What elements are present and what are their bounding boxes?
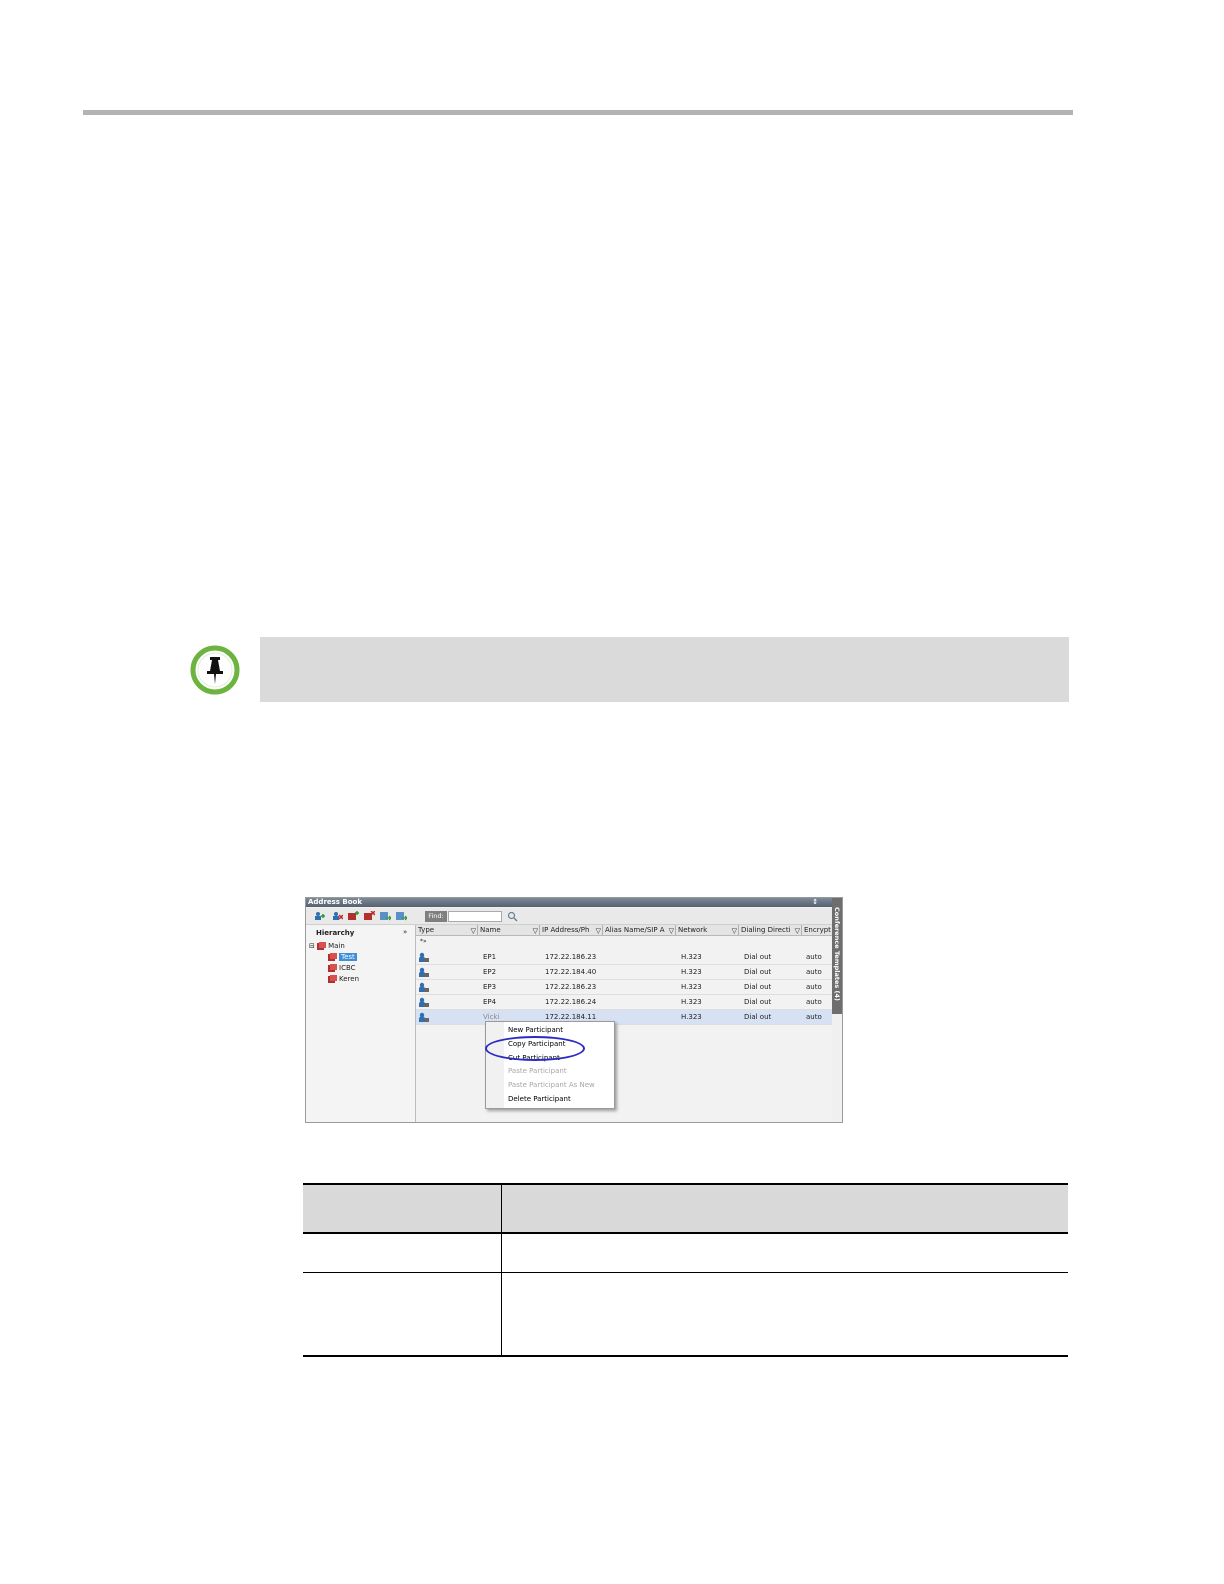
column-header-name[interactable]: Name ▽	[478, 925, 540, 935]
tree-node-label: Test	[339, 953, 357, 961]
group-folder-icon	[328, 964, 337, 972]
address-book-toolbar: Find:	[306, 908, 832, 925]
address-book-title: Address Book	[308, 898, 363, 906]
table-cell	[303, 1272, 502, 1357]
pushpin-note-icon	[190, 645, 240, 695]
new-participant-icon[interactable]	[314, 911, 325, 921]
filter-icon[interactable]: ▽	[795, 926, 800, 935]
column-header-alias[interactable]: Alias Name/SIP A ▽	[603, 925, 676, 935]
search-icon[interactable]	[507, 911, 518, 922]
find-input[interactable]	[448, 911, 502, 922]
participant-type-icon	[419, 1012, 429, 1022]
participant-type-icon	[419, 967, 429, 977]
column-header-dialing-direction[interactable]: Dialing Directi ▽	[739, 925, 802, 935]
table-cell	[501, 1233, 1068, 1273]
participant-type-icon	[419, 982, 429, 992]
tree-node-main[interactable]: ⊟ Main	[309, 942, 345, 951]
table-header-row	[303, 1183, 1068, 1234]
table-row[interactable]: EP4 172.22.186.24 H.323 Dial out auto	[416, 995, 832, 1010]
table-header-cell	[303, 1183, 502, 1234]
participant-type-icon	[419, 952, 429, 962]
context-menu: New Participant Copy Participant Cut Par…	[485, 1021, 615, 1109]
conference-templates-tab[interactable]: Conference Templates (4)	[832, 898, 842, 1014]
column-header-ip-address[interactable]: IP Address/Ph ▽	[540, 925, 603, 935]
filter-icon[interactable]: ▽	[596, 926, 601, 935]
menu-item-new-participant[interactable]: New Participant	[508, 1026, 563, 1034]
header-rule	[83, 110, 1073, 115]
column-header-encryption[interactable]: Encrypt	[802, 925, 832, 935]
menu-item-paste-participant-as-new: Paste Participant As New	[508, 1081, 595, 1089]
filter-icon[interactable]: ▽	[732, 926, 737, 935]
group-folder-icon	[317, 942, 327, 950]
table-row[interactable]: EP3 172.22.186.23 H.323 Dial out auto	[416, 980, 832, 995]
grid-header: Type ▽ Name ▽ IP Address/Ph ▽ Alias Name/SI…	[416, 925, 832, 936]
table-row[interactable]: EP2 172.22.184.40 H.323 Dial out auto	[416, 965, 832, 980]
group-folder-icon	[328, 975, 337, 983]
table-cell	[501, 1272, 1068, 1357]
find-label: Find:	[425, 911, 447, 922]
tree-node-keren[interactable]: Keren	[328, 975, 359, 984]
participant-type-icon	[419, 997, 429, 1007]
note-box	[260, 637, 1069, 702]
tree-expander-icon[interactable]: ⊟	[309, 942, 315, 950]
hierarchy-pane: Hierarchy » ⊟ Main Test ICBC Keren	[306, 925, 416, 1122]
column-header-type[interactable]: Type ▽	[416, 925, 478, 935]
menu-item-delete-participant[interactable]: Delete Participant	[508, 1095, 571, 1103]
document-table	[303, 1183, 1068, 1357]
filter-icon[interactable]: ▽	[533, 926, 538, 935]
table-row	[303, 1233, 1068, 1273]
tree-node-label: Keren	[339, 975, 360, 983]
conference-templates-label: Conference Templates (4)	[833, 907, 841, 1001]
export-icon[interactable]	[396, 911, 407, 921]
collapse-chevron-icon[interactable]: »	[403, 928, 407, 936]
tree-node-test[interactable]: Test	[328, 953, 357, 962]
context-menu-icon-strip	[486, 1022, 504, 1108]
highlight-ellipse	[485, 1036, 585, 1061]
table-header-cell	[501, 1183, 1068, 1234]
table-row-selected[interactable]: Vicki 172.22.184.11 H.323 Dial out auto	[416, 1010, 832, 1025]
filter-icon[interactable]: ▽	[669, 926, 674, 935]
table-cell	[303, 1233, 502, 1273]
import-icon[interactable]	[380, 911, 391, 921]
table-row	[303, 1272, 1068, 1357]
participants-grid: Type ▽ Name ▽ IP Address/Ph ▽ Alias Name/SI…	[416, 925, 832, 1122]
delete-participant-icon[interactable]	[332, 911, 343, 921]
menu-item-paste-participant: Paste Participant	[508, 1067, 567, 1075]
tree-node-label: Main	[328, 942, 345, 950]
tree-node-icbc[interactable]: ICBC	[328, 964, 356, 973]
delete-group-icon[interactable]	[364, 911, 375, 921]
hierarchy-heading: Hierarchy	[316, 929, 355, 937]
filter-icon[interactable]: ▽	[471, 926, 476, 935]
group-folder-icon	[328, 953, 337, 961]
new-row-marker[interactable]: *»	[420, 937, 427, 946]
column-header-network[interactable]: Network ▽	[676, 925, 739, 935]
restore-button[interactable]: ↕	[812, 898, 818, 907]
address-book-title-bar: Address Book ↕	[306, 898, 832, 907]
add-group-icon[interactable]	[348, 911, 359, 921]
table-row[interactable]: EP1 172.22.186.23 H.323 Dial out auto	[416, 950, 832, 965]
tree-node-label: ICBC	[339, 964, 356, 972]
